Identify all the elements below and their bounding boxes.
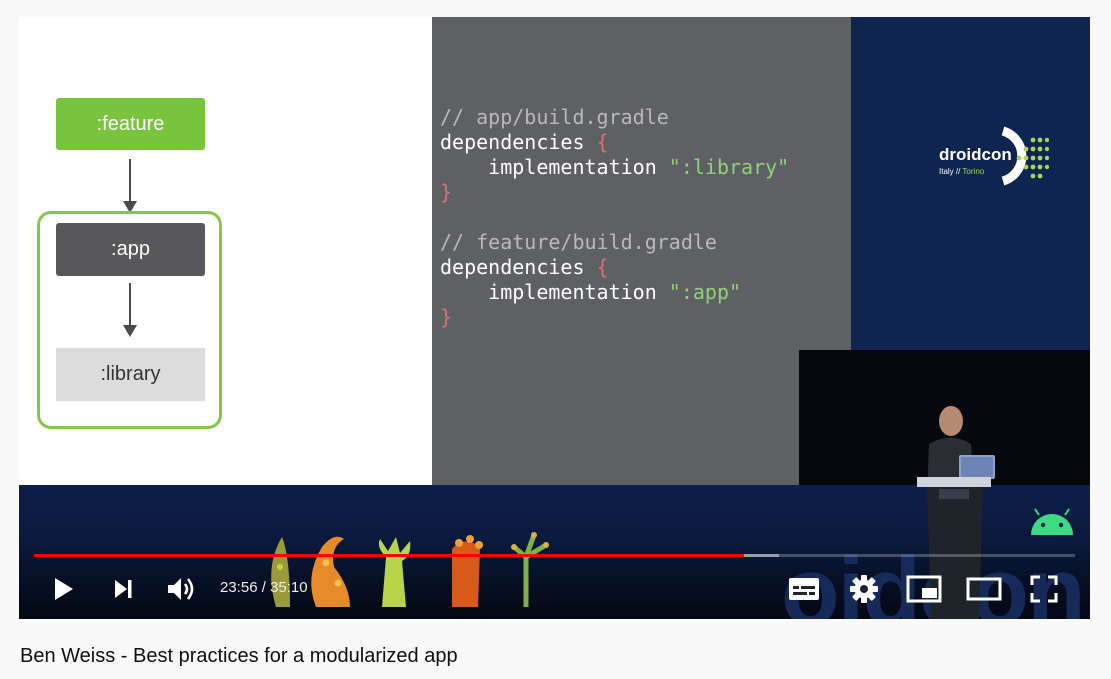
code-comment: // app/build.gradle — [440, 105, 669, 129]
slide-diagram-panel: :feature :app :library — [19, 17, 432, 485]
logo-sub-left: Italy // — [939, 167, 963, 176]
next-button[interactable] — [103, 569, 143, 609]
code-keyword: dependencies — [440, 255, 597, 279]
code-comment: // feature/build.gradle — [440, 230, 717, 254]
time-display: 23:56 / 35:10 — [220, 579, 308, 596]
arrow-app-to-library — [123, 283, 137, 337]
fullscreen-icon — [1030, 575, 1058, 603]
droidcon-ring-icon — [1001, 126, 1049, 186]
gear-icon — [850, 575, 878, 603]
android-robot — [1031, 508, 1073, 535]
app-module-box: :app — [56, 223, 205, 276]
code-keyword: dependencies — [440, 130, 597, 154]
next-icon — [115, 580, 132, 598]
code-call: implementation — [440, 280, 669, 304]
code-brace: { — [596, 255, 609, 279]
progress-bar[interactable] — [34, 554, 1075, 557]
brand-panel: droidcon Italy // Torino — [851, 17, 1090, 350]
droidcon-logo: droidcon Italy // Torino — [939, 125, 1059, 191]
time-separator: / — [257, 579, 271, 596]
library-module-box: :library — [56, 348, 205, 401]
logo-sub-right: Torino — [962, 167, 985, 176]
volume-icon — [168, 578, 194, 600]
time-current: 23:56 — [220, 579, 258, 596]
volume-button[interactable] — [161, 569, 201, 609]
theater-mode-button[interactable] — [964, 569, 1004, 609]
settings-button[interactable] — [844, 569, 884, 609]
page: :feature :app :library // app/build.grad… — [0, 0, 1111, 679]
subtitles-icon — [789, 578, 819, 600]
time-total: 35:10 — [270, 579, 308, 596]
play-button[interactable] — [43, 569, 83, 609]
code-string: ":app" — [668, 280, 742, 304]
miniplayer-button[interactable] — [904, 569, 944, 609]
code-block: // app/build.gradle dependencies { imple… — [440, 105, 789, 330]
code-brace: } — [440, 180, 453, 204]
player-controls: 23:56 / 35:10 — [19, 565, 1090, 613]
fullscreen-button[interactable] — [1024, 569, 1064, 609]
video-player[interactable]: :feature :app :library // app/build.grad… — [19, 17, 1090, 619]
code-string: ":library" — [668, 155, 790, 179]
arrow-feature-to-app — [123, 159, 137, 213]
code-call: implementation — [440, 155, 669, 179]
code-brace: } — [440, 305, 453, 329]
video-title: Ben Weiss - Best practices for a modular… — [20, 645, 458, 667]
play-icon — [55, 578, 73, 600]
progress-played — [34, 554, 744, 557]
logo-subtitle: Italy // Torino — [939, 167, 984, 176]
miniplayer-icon — [906, 575, 942, 603]
theater-icon — [966, 577, 1002, 601]
feature-module-box: :feature — [56, 98, 205, 150]
subtitles-button[interactable] — [784, 569, 824, 609]
code-brace: { — [596, 130, 609, 154]
slide-code-panel: // app/build.gradle dependencies { imple… — [432, 17, 851, 485]
